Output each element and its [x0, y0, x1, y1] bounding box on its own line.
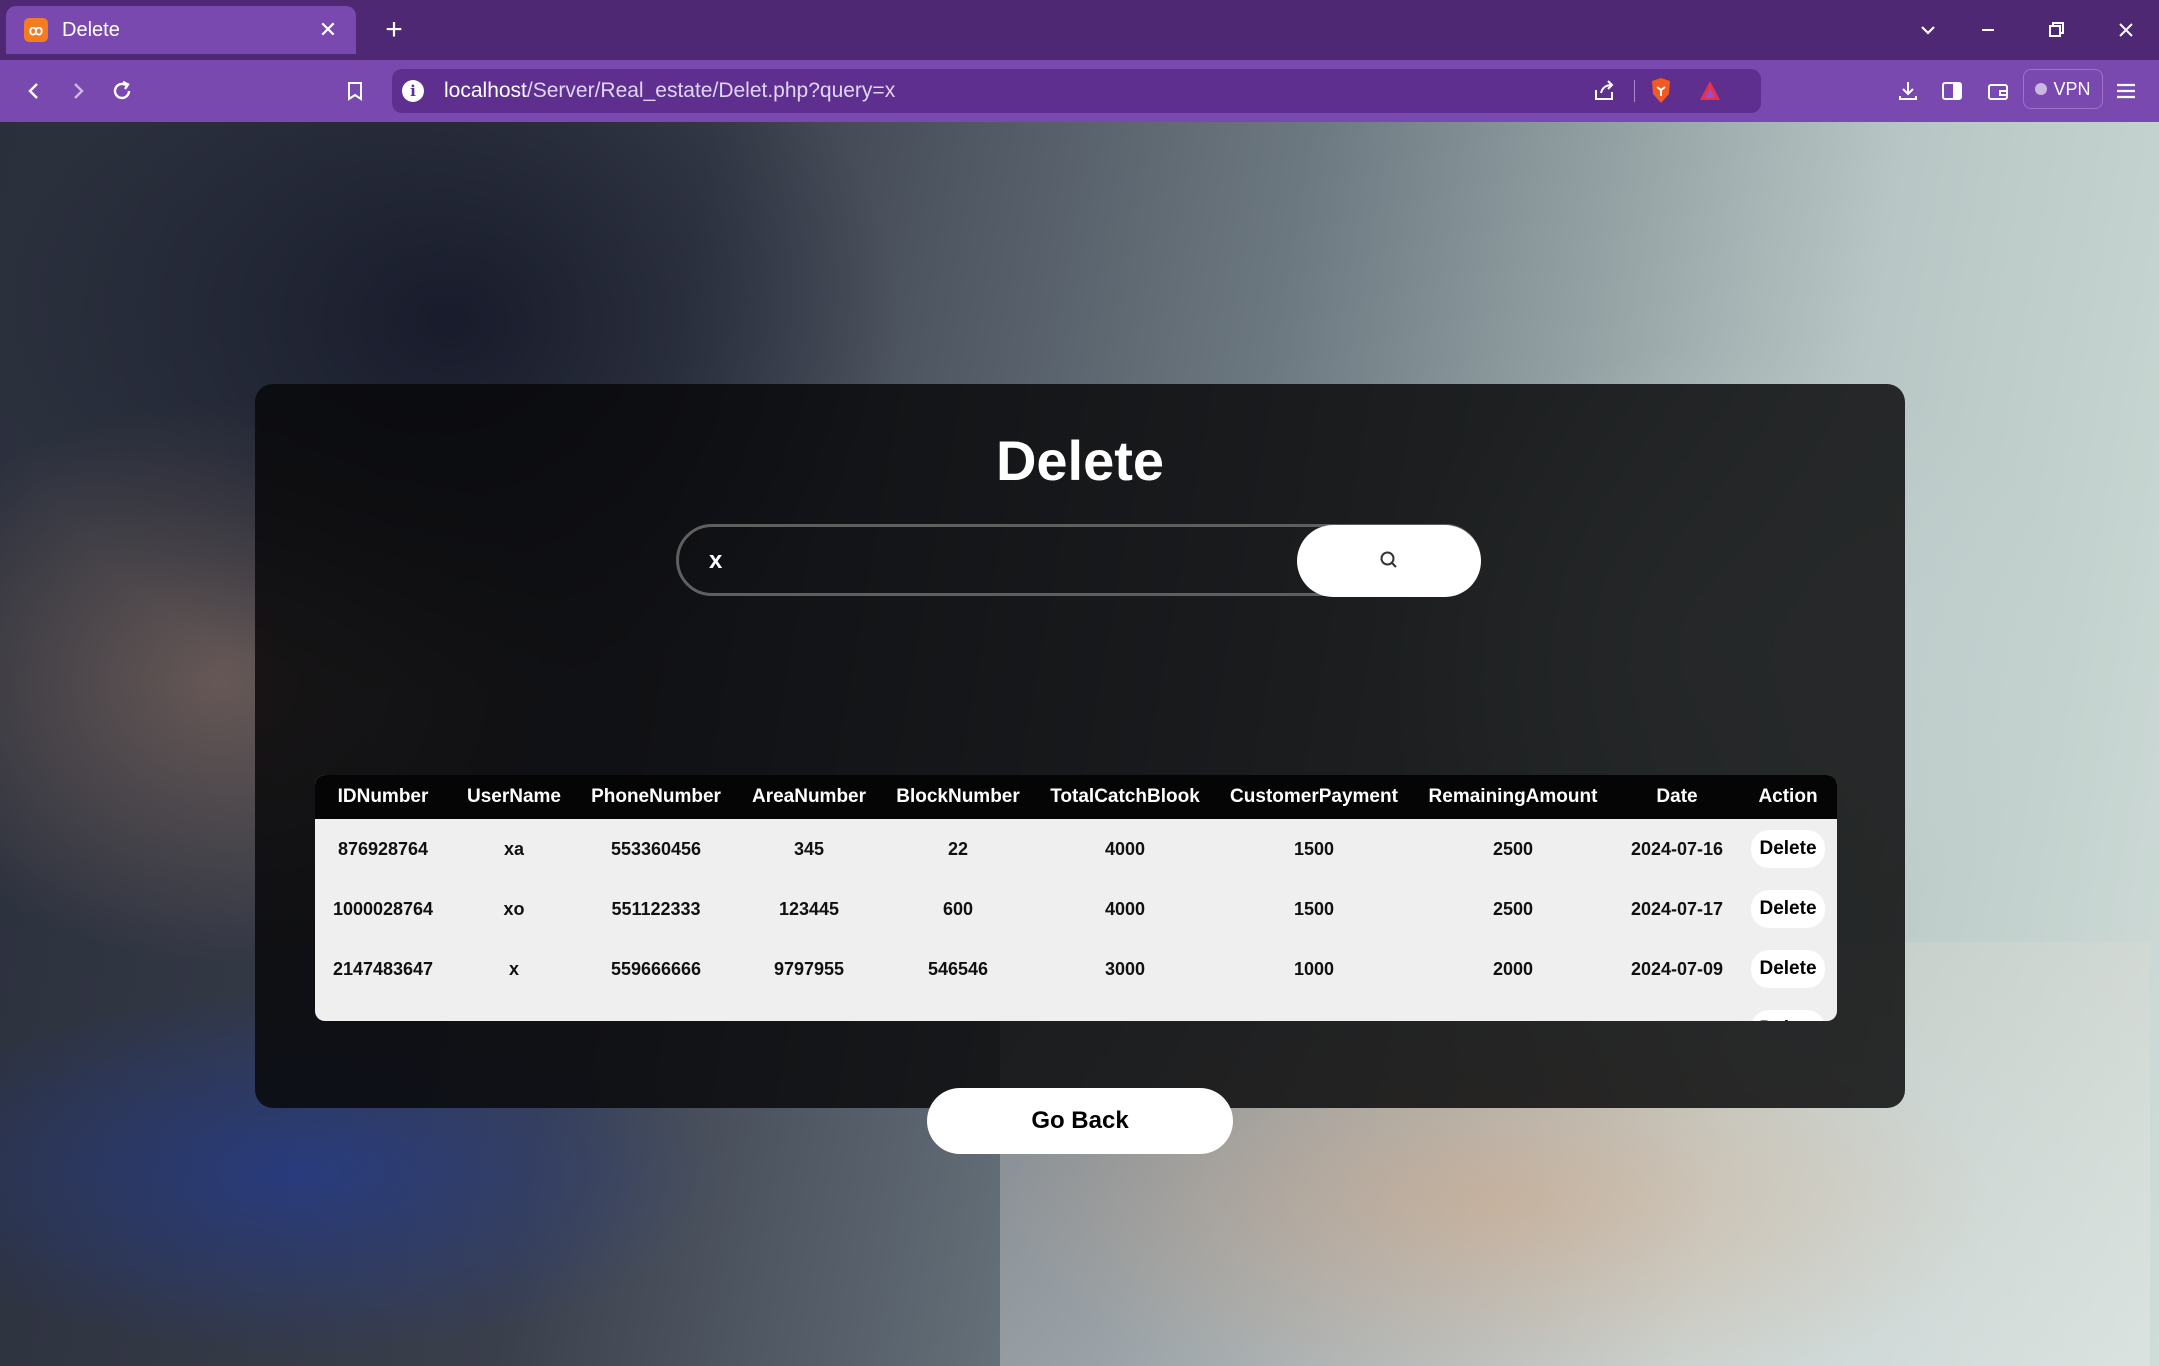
url-path: /Server/Real_estate/Delet.php?query=x	[526, 79, 896, 102]
col-header-date: Date	[1656, 786, 1698, 807]
restore-button[interactable]	[2034, 10, 2078, 50]
col-header-blocknumber: BlockNumber	[896, 786, 1020, 807]
tab-search-chevron-icon[interactable]	[1906, 10, 1950, 50]
brave-rewards-icon[interactable]	[1698, 79, 1722, 108]
col-header-phonenumber: PhoneNumber	[591, 786, 721, 807]
page-title: Delete	[995, 429, 1165, 492]
cell-action: Delete	[1739, 819, 1837, 879]
address-bar[interactable]: i localhost/Server/Real_estate/Delet.php…	[392, 69, 1761, 113]
cell-totalcatchblook: 3000	[1033, 999, 1217, 1022]
cell-phonenumber: 559666666	[610, 958, 702, 979]
col-header-action: Action	[1758, 786, 1818, 807]
bookmark-icon[interactable]	[335, 72, 375, 110]
cell-idnumber: 2147483647	[332, 958, 434, 979]
cell-phonenumber: 551122333	[611, 898, 701, 919]
share-icon[interactable]	[1592, 78, 1618, 109]
forward-button[interactable]	[58, 72, 98, 110]
cell-blocknumber: 600	[942, 898, 974, 919]
cell-areanumber: 11	[735, 999, 883, 1022]
site-info-icon[interactable]: i	[402, 80, 424, 102]
records-table: IDNumber UserName PhoneNumber AreaNumber…	[315, 775, 1837, 1021]
close-window-button[interactable]	[2104, 10, 2148, 50]
tab-close-icon[interactable]: ✕	[314, 17, 342, 43]
cell-date: 2024-07-16	[1630, 838, 1724, 859]
download-icon[interactable]	[1888, 72, 1928, 110]
table-header-row: IDNumber UserName PhoneNumber AreaNumber…	[315, 775, 1837, 819]
delete-button[interactable]: Delete	[1751, 890, 1825, 928]
go-back-button[interactable]: Go Back	[927, 1088, 1233, 1154]
cell-date: 2024-07-17	[1630, 898, 1724, 919]
cell-totalcatchblook: 4000	[1104, 898, 1146, 919]
cell-idnumber: 1000928764	[315, 999, 451, 1022]
cell-action: Delete	[1739, 999, 1837, 1021]
col-header-username: UserName	[467, 786, 561, 807]
url-host: localhost	[444, 79, 527, 102]
tab-strip: ꝏ Delete ✕ +	[0, 0, 2159, 60]
wallet-icon[interactable]	[1978, 72, 2018, 110]
col-header-customerpayment: CustomerPayment	[1230, 786, 1398, 807]
cell-phonenumber: 553360456	[610, 838, 702, 859]
reload-button[interactable]	[102, 72, 142, 110]
delete-panel: Delete IDNumber UserName PhoneNumber	[255, 384, 1905, 1154]
sidebar-toggle-icon[interactable]	[1932, 72, 1972, 110]
search-icon	[1378, 549, 1400, 574]
new-tab-button[interactable]: +	[376, 12, 412, 48]
cell-username: xa	[503, 838, 525, 859]
cell-totalcatchblook: 4000	[1104, 838, 1146, 859]
cell-blocknumber: 1	[883, 999, 1033, 1022]
page-viewport: Delete IDNumber UserName PhoneNumber	[0, 122, 2159, 1366]
url-text: localhost/Server/Real_estate/Delet.php?q…	[444, 79, 895, 103]
cell-totalcatchblook: 3000	[1104, 958, 1146, 979]
browser-tab-active[interactable]: ꝏ Delete ✕	[6, 6, 356, 54]
cell-username: x	[508, 958, 519, 979]
tab-title: Delete	[62, 18, 120, 41]
cell-date: 2024-07-03	[1615, 999, 1739, 1022]
cell-idnumber: 876928764	[337, 838, 429, 859]
table-row: 1000928764 xooo 551122333 11 1 3000 1500…	[315, 999, 1837, 1021]
cell-customerpayment: 1500	[1217, 999, 1411, 1022]
col-header-idnumber: IDNumber	[337, 786, 429, 807]
cell-remainingamount: 2500	[1492, 898, 1534, 919]
minimize-button[interactable]	[1966, 10, 2010, 50]
delete-button[interactable]: Delete	[1751, 950, 1825, 988]
delete-button[interactable]: Delete	[1751, 830, 1825, 868]
table-row: 2147483647 x 559666666 9797955 546546 30…	[315, 939, 1837, 999]
cell-remainingamount: 1500	[1411, 999, 1615, 1022]
cell-blocknumber: 546546	[927, 958, 989, 979]
cell-remainingamount: 2500	[1492, 838, 1534, 859]
cell-username: xo	[503, 898, 525, 919]
col-header-totalcatchblook: TotalCatchBlook	[1050, 786, 1200, 807]
delete-button[interactable]: Delete	[1751, 1010, 1825, 1021]
search-input[interactable]	[699, 535, 1259, 587]
cell-username: xooo	[451, 999, 577, 1022]
omnibox-divider	[1634, 80, 1635, 102]
vpn-status-icon	[2035, 83, 2048, 95]
back-button[interactable]	[14, 72, 54, 110]
cell-idnumber: 1000028764	[332, 898, 434, 919]
xampp-favicon-icon: ꝏ	[24, 18, 48, 42]
cell-phonenumber: 551122333	[577, 999, 735, 1022]
cell-action: Delete	[1739, 939, 1837, 999]
cell-customerpayment: 1500	[1293, 838, 1335, 859]
cell-customerpayment: 1000	[1293, 958, 1335, 979]
col-header-remainingamount: RemainingAmount	[1428, 786, 1598, 807]
browser-toolbar: i localhost/Server/Real_estate/Delet.php…	[0, 60, 2159, 122]
cell-remainingamount: 2000	[1492, 958, 1534, 979]
vpn-button[interactable]: VPN	[2023, 69, 2103, 109]
search-button[interactable]	[1297, 525, 1481, 597]
cell-date: 2024-07-09	[1630, 958, 1724, 979]
cell-areanumber: 9797955	[773, 958, 845, 979]
cell-areanumber: 123445	[778, 898, 840, 919]
menu-hamburger-icon[interactable]	[2106, 72, 2146, 110]
cell-customerpayment: 1500	[1293, 898, 1335, 919]
cell-action: Delete	[1739, 879, 1837, 939]
cell-blocknumber: 22	[947, 838, 969, 859]
cell-areanumber: 345	[793, 838, 825, 859]
table-row: 876928764 xa 553360456 345 22 4000 1500 …	[315, 819, 1837, 879]
col-header-areanumber: AreaNumber	[751, 786, 867, 807]
vpn-label: VPN	[2053, 78, 2091, 99]
brave-shields-icon[interactable]	[1648, 77, 1674, 110]
table-row: 1000028764 xo 551122333 123445 600 4000 …	[315, 879, 1837, 939]
